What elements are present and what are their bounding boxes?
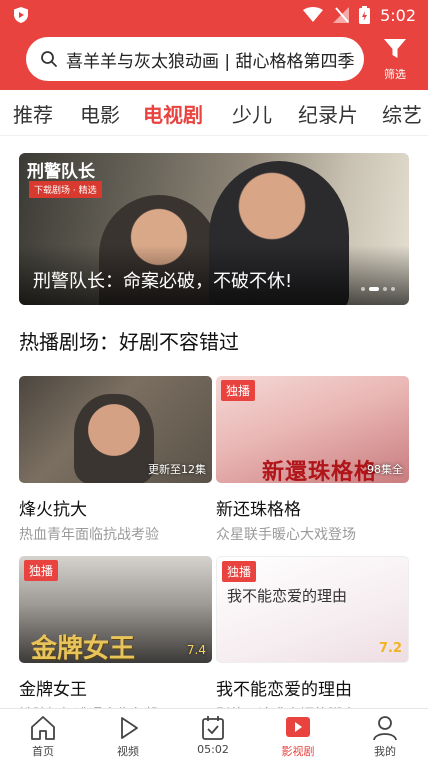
page-dot	[383, 287, 387, 291]
episode-label: 更新至12集	[148, 463, 206, 476]
tab-recommend[interactable]: 推荐	[13, 99, 53, 128]
tab-kids[interactable]: 少儿	[232, 99, 272, 128]
thumbnail-title-art: 我不能恋爱的理由	[227, 587, 348, 605]
show-description: 众星联手暖心大戏登场	[216, 527, 356, 543]
page-dot-active	[369, 287, 379, 291]
page-dot	[361, 287, 365, 291]
search-box[interactable]: 喜羊羊与灰太狼动画 | 甜心格格第四季	[26, 37, 364, 81]
nav-tv-series-label: 影视剧	[281, 745, 315, 758]
show-title: 烽火抗大	[19, 500, 87, 520]
episode-label: 98集全	[367, 463, 403, 476]
filter-label: 筛选	[384, 68, 406, 81]
tv-play-icon	[286, 717, 310, 737]
top-header: 5:02 喜羊羊与灰太狼动画 | 甜心格格第四季 筛选	[0, 0, 428, 90]
battery-charging-icon	[359, 6, 371, 24]
nav-video[interactable]: 视频	[98, 715, 158, 759]
nav-profile-label: 我的	[374, 745, 396, 758]
show-thumbnail: 更新至12集	[19, 376, 212, 483]
show-card[interactable]: 独播 金牌女王 7.4 金牌女王 铁腕奶奶遭遇人生危机	[19, 556, 212, 724]
show-card[interactable]: 独播 我不能恋爱的理由 7.2 我不能恋爱的理由 别停下追求幸福的脚步	[216, 556, 409, 724]
show-title: 新还珠格格	[216, 500, 301, 520]
thumbnail-title-art: 新還珠格格	[262, 460, 378, 483]
page-dot	[391, 287, 395, 291]
show-thumbnail: 独播 新還珠格格 98集全	[216, 376, 409, 483]
nav-home[interactable]: 首页	[13, 715, 73, 759]
show-thumbnail: 独播 金牌女王 7.4	[19, 556, 212, 663]
tab-variety[interactable]: 综艺	[382, 99, 422, 128]
search-icon	[41, 51, 57, 67]
show-card[interactable]: 独播 新還珠格格 98集全 新还珠格格 众星联手暖心大戏登场	[216, 376, 409, 544]
rating-label: 7.4	[186, 643, 206, 657]
app-screen: 5:02 喜羊羊与灰太狼动画 | 甜心格格第四季 筛选 推荐 电影 电视剧 少儿…	[0, 0, 428, 760]
thumbnail-actor	[74, 394, 154, 483]
nav-schedule[interactable]: 05:02	[183, 715, 243, 756]
calendar-check-icon	[202, 716, 224, 740]
tab-documentary[interactable]: 纪录片	[298, 99, 358, 128]
nav-tv-series[interactable]: 影视剧	[268, 715, 328, 759]
show-title: 我不能恋爱的理由	[216, 680, 352, 700]
section-title: 热播剧场：好剧不容错过	[19, 330, 239, 354]
status-time: 5:02	[380, 5, 416, 25]
nav-video-label: 视频	[117, 745, 139, 758]
rating-label: 7.2	[378, 641, 402, 656]
show-description: 热血青年面临抗战考验	[19, 527, 159, 543]
thumbnail-title-art: 金牌女王	[31, 634, 136, 663]
exclusive-badge: 独播	[222, 561, 257, 582]
banner-title: 刑警队长：命案必破，不破不休!	[33, 271, 293, 292]
banner-tag: 下载剧场 · 精选	[29, 181, 102, 198]
exclusive-badge: 独播	[24, 560, 59, 581]
exclusive-badge: 独播	[221, 380, 256, 401]
banner-show-logo: 刑警队长	[27, 162, 95, 182]
status-bar: 5:02	[0, 0, 428, 30]
app-shield-icon	[14, 7, 28, 23]
filter-funnel-icon	[384, 39, 406, 58]
show-card[interactable]: 更新至12集 烽火抗大 热血青年面临抗战考验	[19, 376, 212, 544]
banner-page-indicator	[361, 287, 395, 291]
tab-movie[interactable]: 电影	[80, 99, 120, 128]
category-tabs: 推荐 电影 电视剧 少儿 纪录片 综艺	[0, 90, 428, 136]
wifi-icon	[303, 7, 324, 22]
tab-tv-series[interactable]: 电视剧	[143, 99, 203, 128]
bottom-nav: 首页 视频 05:02 影视剧 我的	[0, 708, 428, 760]
no-signal-icon	[333, 7, 350, 23]
user-icon	[373, 716, 397, 741]
home-icon	[31, 716, 55, 740]
filter-button[interactable]: 筛选	[376, 38, 414, 84]
nav-schedule-label: 05:02	[197, 743, 229, 756]
show-title: 金牌女王	[19, 680, 87, 700]
search-hint-text: 喜羊羊与灰太狼动画 | 甜心格格第四季	[66, 51, 355, 72]
nav-home-label: 首页	[32, 745, 54, 758]
nav-profile[interactable]: 我的	[355, 715, 415, 759]
play-icon	[121, 717, 138, 739]
show-thumbnail: 独播 我不能恋爱的理由 7.2	[216, 556, 409, 663]
hero-banner[interactable]: 刑警队长 下载剧场 · 精选 刑警队长：命案必破，不破不休!	[19, 153, 409, 305]
